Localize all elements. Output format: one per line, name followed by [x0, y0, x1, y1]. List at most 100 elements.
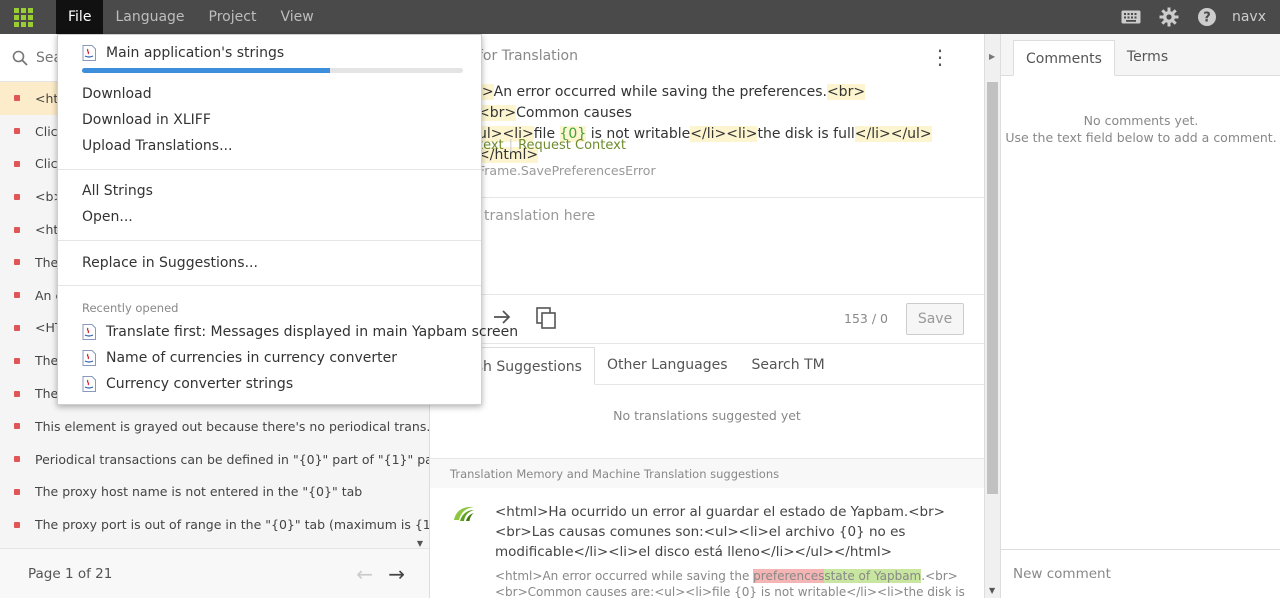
tm-diff-deleted: preferences [753, 569, 825, 583]
tab-other-languages[interactable]: Other Languages [595, 346, 740, 384]
editor-panel: for Translation ⋮ l>An error occurred wh… [430, 34, 984, 598]
translation-area [430, 197, 984, 295]
scrollbar-thumb[interactable] [987, 82, 998, 494]
current-file-name: Main application's strings [106, 45, 285, 61]
source-text: An error occurred while saving the prefe… [493, 84, 827, 100]
no-comments-hint: Use the text field below to add a commen… [1005, 130, 1277, 145]
page-indicator: Page 1 of 21 [28, 565, 113, 582]
java-file-icon [82, 376, 96, 392]
current-file[interactable]: Main application's strings [82, 45, 284, 61]
string-text: The [35, 386, 59, 402]
collapse-arrow-icon[interactable]: ▶ [989, 52, 995, 61]
tm-original-text: <html>An error occurred while saving the… [495, 568, 965, 598]
apps-grid-button[interactable] [0, 0, 46, 34]
untranslated-marker [14, 324, 20, 331]
tm-suggestion[interactable]: <html>Ha ocurrido un error al guardar el… [430, 488, 984, 598]
help-icon[interactable]: ? [1188, 0, 1226, 34]
string-text: This element is grayed out because there… [35, 418, 429, 434]
list-scroll-down-icon[interactable]: ▼ [417, 539, 423, 548]
menu-divider [58, 169, 481, 170]
java-file-icon [82, 45, 96, 61]
recent-file-name: Name of currencies in currency converter [106, 350, 397, 366]
menu-download[interactable]: Download [82, 86, 152, 102]
more-options-icon[interactable]: ⋮ [930, 47, 950, 67]
tm-diff-inserted: state of Yapbam [824, 569, 922, 583]
menu-download-xliff[interactable]: Download in XLIFF [82, 112, 211, 128]
string-text: The [35, 254, 59, 270]
untranslated-marker [14, 423, 20, 430]
java-file-icon [82, 324, 96, 340]
tm-source-logo-icon [454, 506, 474, 521]
untranslated-marker [14, 521, 20, 528]
char-counter: 153 / 0 [844, 311, 888, 326]
new-comment-input[interactable] [1013, 550, 1263, 598]
menu-view[interactable]: View [268, 0, 325, 34]
tab-search-tm[interactable]: Search TM [740, 346, 837, 384]
untranslated-marker [14, 292, 20, 299]
string-row[interactable]: This element is grayed out because there… [0, 410, 429, 443]
recent-file[interactable]: Name of currencies in currency converter [82, 350, 397, 366]
menu-file[interactable]: File [56, 0, 104, 34]
untranslated-marker [14, 456, 20, 463]
menu-upload-translations[interactable]: Upload Translations... [82, 138, 232, 154]
tm-translation-text: <html>Ha ocurrido un error al guardar el… [495, 504, 945, 560]
gear-icon[interactable] [1150, 0, 1188, 34]
untranslated-marker [14, 95, 20, 102]
string-row[interactable]: The proxy host name is not entered in th… [0, 476, 429, 509]
user-menu[interactable]: navx [1226, 9, 1280, 25]
source-tag: </li><li> [690, 126, 758, 142]
menu-divider [58, 285, 481, 286]
recent-file[interactable]: Currency converter strings [82, 376, 293, 392]
save-button[interactable]: Save [906, 303, 964, 335]
apps-grid-icon [13, 7, 33, 27]
no-comments-line: No comments yet. [1083, 113, 1199, 128]
menu-replace-in-suggestions[interactable]: Replace in Suggestions... [82, 255, 258, 271]
top-menu-bar: File Language Project View ? navx [0, 0, 1280, 34]
scroll-down-icon[interactable]: ▼ [989, 586, 995, 595]
no-comments-text: No comments yet. Use the text field belo… [1001, 112, 1280, 146]
keyboard-icon[interactable] [1112, 0, 1150, 34]
request-context-link[interactable]: Request Context [518, 138, 626, 153]
string-text: The proxy host name is not entered in th… [35, 484, 363, 500]
string-text: Periodical transactions can be defined i… [35, 451, 429, 467]
app-window: File Language Project View ? navx <htr C… [0, 0, 1280, 598]
untranslated-marker [14, 488, 20, 495]
menu-project[interactable]: Project [197, 0, 269, 34]
editor-title: for Translation [478, 48, 578, 64]
editor-scrollbar[interactable]: ▶ ▼ [984, 34, 1000, 598]
recent-file[interactable]: Translate first: Messages displayed in m… [82, 324, 518, 340]
source-text: Common causes [516, 105, 632, 121]
untranslated-marker [14, 160, 20, 167]
recent-file-name: Translate first: Messages displayed in m… [106, 324, 519, 340]
context-links: text | Request Context [478, 138, 626, 153]
next-page-icon[interactable]: → [388, 562, 405, 586]
tab-comments[interactable]: Comments [1013, 40, 1115, 76]
prev-page-icon[interactable]: ← [356, 562, 373, 586]
new-comment-box [1001, 549, 1280, 598]
no-suggestions-text: No translations suggested yet [613, 408, 801, 423]
menu-divider [58, 240, 481, 241]
file-menu-dropdown: Main application's strings Download Down… [57, 34, 518, 405]
tm-header: Translation Memory and Machine Translati… [430, 458, 984, 488]
java-file-icon [82, 350, 96, 366]
right-tabs: Comments Terms [1001, 34, 1280, 76]
copy-source-icon[interactable] [536, 307, 556, 329]
tm-orig-part: <html>An error occurred while saving the [495, 569, 754, 583]
search-icon [12, 50, 28, 66]
source-string: l>An error occurred while saving the pre… [478, 82, 958, 166]
translation-progress-bar [82, 68, 463, 73]
context-separator: | [508, 138, 514, 153]
suggestion-tabs: nish Suggestions Other Languages Search … [430, 343, 984, 385]
untranslated-marker [14, 193, 20, 200]
progress-fill [82, 68, 330, 73]
menu-open[interactable]: Open... [82, 209, 133, 225]
menu-all-strings[interactable]: All Strings [82, 183, 153, 199]
string-key: Frame.SavePreferencesError [478, 163, 656, 178]
translation-input[interactable] [484, 208, 964, 278]
string-row[interactable]: The proxy port is out of range in the "{… [0, 508, 429, 541]
untranslated-marker [14, 128, 20, 135]
menu-language[interactable]: Language [103, 0, 196, 34]
string-row[interactable]: Periodical transactions can be defined i… [0, 443, 429, 476]
tab-terms[interactable]: Terms [1115, 39, 1180, 75]
string-text: The proxy port is out of range in the "{… [35, 517, 429, 533]
